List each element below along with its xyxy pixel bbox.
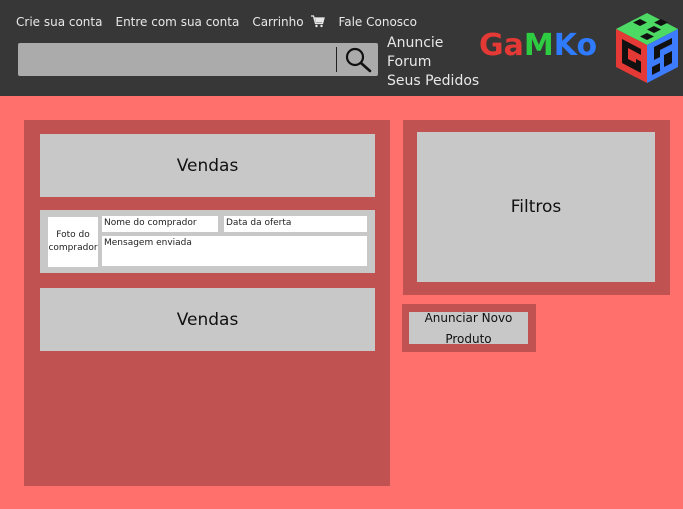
- brand-letter: K: [553, 28, 577, 63]
- search-icon[interactable]: [344, 47, 372, 73]
- new-product-button[interactable]: Anunciar Novo Produto: [409, 311, 528, 346]
- new-product-label: Anunciar Novo Produto: [424, 310, 513, 346]
- top-links: Crie sua conta Entre com sua conta Carri…: [16, 15, 417, 29]
- cart-icon: [311, 15, 326, 28]
- forum-link[interactable]: Forum: [387, 53, 479, 72]
- side-links: Anuncie Forum Seus Pedidos: [387, 34, 479, 91]
- offer-date-field: Data da oferta: [224, 216, 367, 232]
- search-divider: [336, 47, 337, 72]
- sales-section-bottom[interactable]: Vendas: [40, 288, 375, 351]
- cart-label: Carrinho: [252, 15, 304, 29]
- search-bar: [18, 43, 378, 76]
- contact-link[interactable]: Fale Conosco: [338, 15, 417, 29]
- announce-link[interactable]: Anuncie: [387, 34, 479, 53]
- logo-cube-icon: [616, 13, 678, 83]
- create-account-link[interactable]: Crie sua conta: [16, 15, 102, 29]
- login-link[interactable]: Entre com sua conta: [115, 15, 239, 29]
- filters-panel: Filtros: [403, 120, 670, 295]
- message-field: Mensagem enviada: [102, 236, 367, 266]
- brand-name[interactable]: GaMKo: [479, 28, 597, 63]
- brand-letter: o: [576, 28, 598, 63]
- buyer-photo: Foto do comprador: [48, 217, 98, 267]
- offer-card[interactable]: Foto do comprador Nome do comprador Data…: [40, 210, 375, 273]
- filters-box[interactable]: Filtros: [417, 132, 655, 282]
- sales-panel: Vendas Foto do comprador Nome do comprad…: [24, 120, 390, 486]
- brand-letter: M: [523, 28, 554, 63]
- brand-letter: a: [503, 28, 524, 63]
- cart-link[interactable]: Carrinho: [252, 15, 326, 29]
- new-product-container: Anunciar Novo Produto: [402, 304, 536, 352]
- brand-letter: G: [479, 28, 504, 63]
- top-header: Crie sua conta Entre com sua conta Carri…: [0, 0, 683, 96]
- sales-section-top[interactable]: Vendas: [40, 134, 375, 197]
- orders-link[interactable]: Seus Pedidos: [387, 72, 479, 91]
- search-input[interactable]: [18, 43, 336, 76]
- buyer-name-field: Nome do comprador: [102, 216, 218, 232]
